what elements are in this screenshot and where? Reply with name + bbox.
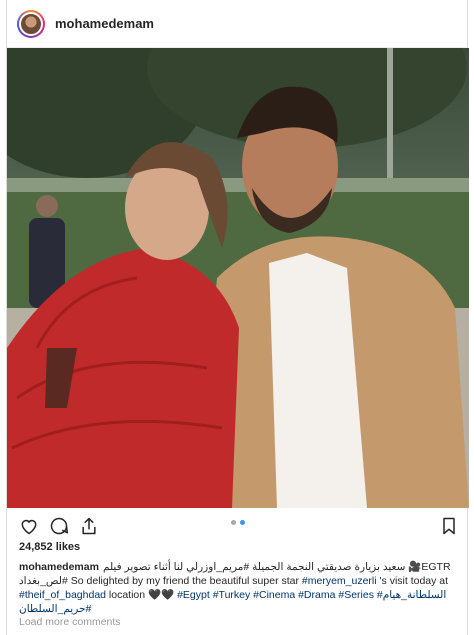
carousel-dot-active (240, 520, 245, 525)
carousel-dot (231, 520, 236, 525)
heart-icon[interactable] (19, 516, 39, 536)
post-photo[interactable] (7, 48, 469, 508)
post-caption: mohamedemam EGTR🎥 سعيد بزيارة صديقتي النج… (19, 560, 459, 616)
comment-icon[interactable] (49, 516, 69, 536)
caption-hashtags[interactable]: #Egypt #Turkey #Cinema #Drama #Series #ا… (177, 589, 446, 601)
load-more-comments[interactable]: Load more comments (19, 616, 121, 628)
action-bar (7, 508, 469, 542)
share-icon[interactable] (79, 516, 99, 536)
caption-username[interactable]: mohamedemam (19, 561, 99, 573)
post-header: mohamedemam (7, 0, 467, 48)
post-username[interactable]: mohamedemam (55, 16, 154, 31)
likes-count[interactable]: 24,852 likes (19, 541, 80, 553)
caption-mention[interactable]: #meryem_uzerli (302, 575, 377, 587)
caption-hashtag[interactable]: #theif_of_baghdad (19, 589, 106, 601)
bookmark-icon[interactable] (439, 516, 459, 536)
avatar[interactable] (17, 9, 45, 38)
caption-text: location 🖤🖤 (106, 589, 178, 601)
photo-illustration (7, 48, 469, 508)
caption-text: So delighted by my friend the beautiful … (70, 575, 302, 587)
instagram-post: mohamedemam 24,852 likes mohamedemam EGT… (6, 0, 469, 635)
caption-hashtag[interactable]: #حريم_السلطان (19, 603, 91, 615)
carousel-indicator (231, 520, 245, 525)
caption-text: 's visit today at (376, 575, 449, 587)
avatar-image (19, 11, 43, 36)
